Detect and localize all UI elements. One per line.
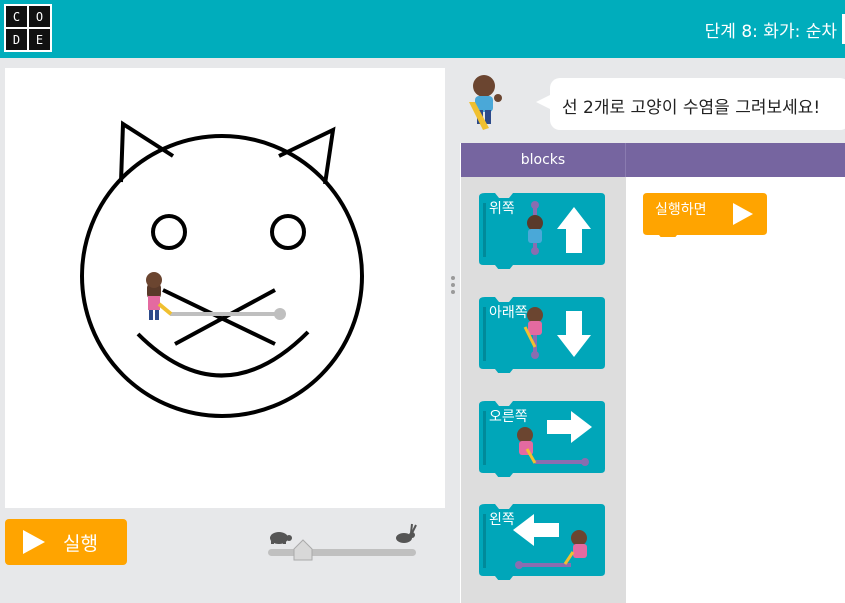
logo-letter: E xyxy=(29,29,50,50)
artist-avatar-icon xyxy=(469,75,502,130)
block-label: 아래쪽 xyxy=(489,305,528,321)
cat-right-ear xyxy=(278,126,336,185)
block-label: 왼쪽 xyxy=(489,512,515,528)
run-button[interactable]: 실행 xyxy=(5,519,127,565)
drawing-canvas xyxy=(5,68,445,508)
speed-thumb[interactable] xyxy=(293,539,313,561)
cat-right-eye xyxy=(270,214,306,250)
logo-letter: D xyxy=(6,29,27,50)
blocks-workspace[interactable] xyxy=(626,177,845,603)
logo-letter: C xyxy=(6,6,27,27)
play-icon xyxy=(23,530,45,554)
turtle-icon xyxy=(270,532,292,544)
block-toolbox: 위쪽 아래쪽 오른쪽 왼쪽 xyxy=(461,177,626,603)
cat-mouth xyxy=(136,330,310,378)
instruction-bubble: 선 2개로 고양이 수염을 그려보세요! xyxy=(536,78,845,130)
resize-handle[interactable] xyxy=(451,276,455,298)
block-label: 위쪽 xyxy=(489,201,515,217)
instruction-text: 선 2개로 고양이 수염을 그려보세요! xyxy=(562,98,821,118)
tab-blocks[interactable]: blocks xyxy=(461,143,626,177)
move-left-block[interactable]: 왼쪽 xyxy=(479,504,605,580)
header-bar: C O D E 단계 8: 화가: 순차 xyxy=(0,0,845,58)
speed-slider[interactable] xyxy=(262,520,422,570)
block-label: 오른쪽 xyxy=(489,409,528,425)
speed-track[interactable] xyxy=(268,549,416,556)
workspace-header: blocks xyxy=(461,143,845,177)
when-run-label: 실행하면 xyxy=(655,202,707,218)
logo-letter: O xyxy=(29,6,50,27)
when-run-block[interactable]: 실행하면 xyxy=(643,193,767,240)
run-button-label: 실행 xyxy=(63,534,98,555)
stage-title: 단계 8: 화가: 순차 xyxy=(704,22,837,42)
move-down-block[interactable]: 아래쪽 xyxy=(479,297,605,373)
rabbit-icon xyxy=(396,523,417,543)
artist-icon xyxy=(146,272,173,320)
code-logo[interactable]: C O D E xyxy=(4,4,52,52)
move-up-block[interactable]: 위쪽 xyxy=(479,193,605,269)
guide-end-dot xyxy=(274,308,286,320)
move-right-block[interactable]: 오른쪽 xyxy=(479,401,605,477)
cat-left-eye xyxy=(151,214,187,250)
